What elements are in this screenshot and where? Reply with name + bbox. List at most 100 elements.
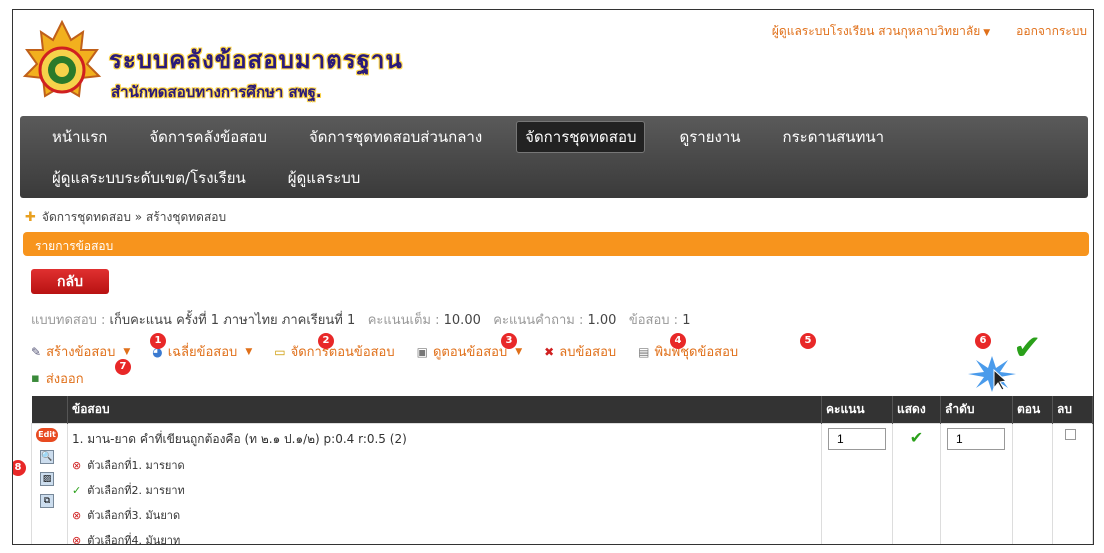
delete-question-button[interactable]: ✖ ลบข้อสอบ (544, 341, 616, 362)
score-input[interactable] (828, 428, 886, 450)
system-subtitle: สำนักทดสอบทางการศึกษา สพฐ. (111, 83, 322, 101)
question-count-value: 1 (682, 313, 691, 328)
delete-checkbox[interactable] (1065, 429, 1076, 440)
callout-badge-8: 8 (13, 460, 26, 476)
choice-item: ✓ ตัวเลือกที่2. มารยาท (72, 481, 817, 499)
choice-text: ตัวเลือกที่4. มันยาท (87, 534, 181, 545)
question-text: 1. มาน-ยาด คำที่เขียนถูกต้องคือ (ท ๒.๑ ป… (72, 432, 407, 446)
caret-down-icon: ▼ (515, 346, 523, 357)
top-links: ผู้ดูแลระบบโรงเรียน สวนกุหลาบวิทยาลัย ▼ อ… (772, 22, 1087, 41)
nav-manage-tests[interactable]: จัดการชุดทดสอบ (516, 120, 646, 153)
nav-central-tests[interactable]: จัดการชุดทดสอบส่วนกลาง (301, 122, 490, 152)
calendar-icon: ▭ (274, 344, 286, 359)
manage-sections-button[interactable]: ▭ จัดการตอนข้อสอบ (274, 341, 394, 362)
export-button[interactable]: ▪ ส่งออก (31, 368, 84, 389)
panel-title: รายการข้อสอบ (23, 232, 1089, 256)
nav-forum[interactable]: กระดานสนทนา (775, 122, 893, 152)
average-button[interactable]: ◕ เฉลี่ยข้อสอบ ▼ (152, 341, 252, 362)
puzzle-icon: ✚ (25, 210, 36, 225)
show-check-icon[interactable]: ✔ (910, 428, 923, 447)
delete-cell (1052, 423, 1093, 544)
caret-down-icon: ▼ (983, 28, 991, 38)
window-icon: ▣ (416, 344, 428, 359)
edit-icon: ✎ (31, 344, 42, 359)
question-score-label: คะแนนคำถาม : (493, 313, 584, 328)
order-input[interactable] (947, 428, 1005, 450)
manage-sections-label: จัดการตอนข้อสอบ (290, 345, 395, 360)
icons-header (31, 396, 68, 424)
breadcrumb-text[interactable]: จัดการชุดทดสอบ » สร้างชุดทดสอบ (42, 208, 226, 227)
system-title: ระบบคลังข้อสอบมาตรฐาน (109, 46, 403, 74)
callout-badge-4: 4 (670, 333, 686, 349)
create-question-label: สร้างข้อสอบ (46, 345, 116, 360)
callout-badge-2: 2 (318, 333, 334, 349)
image-icon[interactable]: ▨ (40, 472, 54, 486)
question-count-label: ข้อสอบ : (628, 313, 679, 328)
main-nav: หน้าแรก จัดการคลังข้อสอบ จัดการชุดทดสอบส… (20, 116, 1088, 198)
question-table: ข้อสอบ คะแนน แสดง ลำดับ ตอน ลบ Edit 🔍 ▨ … (31, 396, 1093, 545)
question-cell: 1. มาน-ยาด คำที่เขียนถูกต้องคือ (ท ๒.๑ ป… (67, 423, 822, 545)
print-test-label: พิมพ์ชุดข้อสอบ (654, 345, 739, 360)
nav-home[interactable]: หน้าแรก (44, 122, 115, 152)
section-cell (1012, 423, 1053, 544)
caret-down-icon: ▼ (123, 346, 131, 357)
choice-text: ตัวเลือกที่1. มารยาด (87, 459, 185, 472)
full-score-label: คะแนนเต็ม : (367, 313, 440, 328)
wrong-icon: ⊗ (72, 508, 82, 522)
score-cell (821, 423, 893, 544)
show-header: แสดง (892, 396, 941, 424)
callout-badge-3: 3 (501, 333, 517, 349)
section-header: ตอน (1012, 396, 1053, 424)
caret-down-icon: ▼ (245, 346, 253, 357)
copy-icon[interactable]: ⧉ (40, 494, 54, 508)
success-check-icon: ✔ (1013, 328, 1042, 368)
choice-item: ⊗ ตัวเลือกที่3. มันยาด (72, 506, 817, 524)
page-frame: ระบบคลังข้อสอบมาตรฐาน สำนักทดสอบทางการศึ… (12, 9, 1094, 545)
delete-header: ลบ (1052, 396, 1093, 424)
user-menu[interactable]: ผู้ดูแลระบบโรงเรียน สวนกุหลาบวิทยาลัย ▼ (772, 22, 990, 41)
nav-reports[interactable]: ดูรายงาน (671, 122, 748, 152)
choice-text: ตัวเลือกที่2. มารยาท (87, 484, 185, 497)
callout-badge-1: 1 (150, 333, 166, 349)
wrong-icon: ⊗ (72, 458, 82, 472)
breadcrumb: ✚ จัดการชุดทดสอบ » สร้างชุดทดสอบ (25, 208, 226, 227)
table-row: Edit 🔍 ▨ ⧉ 1. มาน-ยาด คำที่เขียนถูกต้องค… (31, 423, 1093, 545)
delete-question-label: ลบข้อสอบ (559, 345, 617, 360)
type-value: เก็บคะแนน ครั้งที่ 1 ภาษาไทย ภาคเรียนที่… (109, 313, 356, 328)
nav-district-admin[interactable]: ผู้ดูแลระบบระดับเขต/โรงเรียน (44, 163, 254, 193)
print-test-button[interactable]: ▤ พิมพ์ชุดข้อสอบ (638, 341, 738, 362)
click-burst-icon (968, 356, 1016, 392)
question-header: ข้อสอบ (67, 396, 822, 424)
delete-icon: ✖ (544, 344, 555, 359)
nav-admin[interactable]: ผู้ดูแลระบบ (280, 163, 369, 193)
show-cell: ✔ (892, 423, 941, 544)
create-question-button[interactable]: ✎ สร้างข้อสอบ ▼ (31, 341, 130, 362)
test-info: แบบทดสอบ : เก็บคะแนน ครั้งที่ 1 ภาษาไทย … (31, 309, 690, 330)
choice-item: ⊗ ตัวเลือกที่4. มันยาท (72, 531, 817, 545)
preview-icon[interactable]: 🔍 (40, 450, 54, 464)
correct-icon: ✓ (72, 483, 82, 497)
toolbar: ✎ สร้างข้อสอบ ▼ ◕ เฉลี่ยข้อสอบ ▼ ▭ จัดการตอนข… (31, 341, 738, 362)
back-button[interactable]: กลับ (31, 269, 109, 294)
row-actions: Edit 🔍 ▨ ⧉ (31, 423, 68, 544)
callout-badge-5: 5 (800, 333, 816, 349)
choice-item: ⊗ ตัวเลือกที่1. มารยาด (72, 456, 817, 474)
full-score-value: 10.00 (443, 313, 481, 328)
question-score-value: 1.00 (587, 313, 617, 328)
edit-button[interactable]: Edit (36, 428, 58, 442)
ministry-logo-icon (22, 20, 102, 98)
nav-item-bank[interactable]: จัดการคลังข้อสอบ (141, 122, 275, 152)
logout-link[interactable]: ออกจากระบบ (1016, 22, 1087, 41)
average-label: เฉลี่ยข้อสอบ (167, 345, 238, 360)
choice-text: ตัวเลือกที่3. มันยาด (87, 509, 181, 522)
wrong-icon: ⊗ (72, 533, 82, 545)
score-header: คะแนน (821, 396, 893, 424)
callout-badge-7: 7 (115, 359, 131, 375)
order-cell (940, 423, 1013, 544)
type-label: แบบทดสอบ : (31, 313, 106, 328)
order-header: ลำดับ (940, 396, 1013, 424)
callout-badge-6: 6 (975, 333, 991, 349)
user-name: ผู้ดูแลระบบโรงเรียน สวนกุหลาบวิทยาลัย (771, 24, 981, 38)
export-icon: ▪ (31, 371, 40, 386)
export-label: ส่งออก (45, 372, 84, 387)
